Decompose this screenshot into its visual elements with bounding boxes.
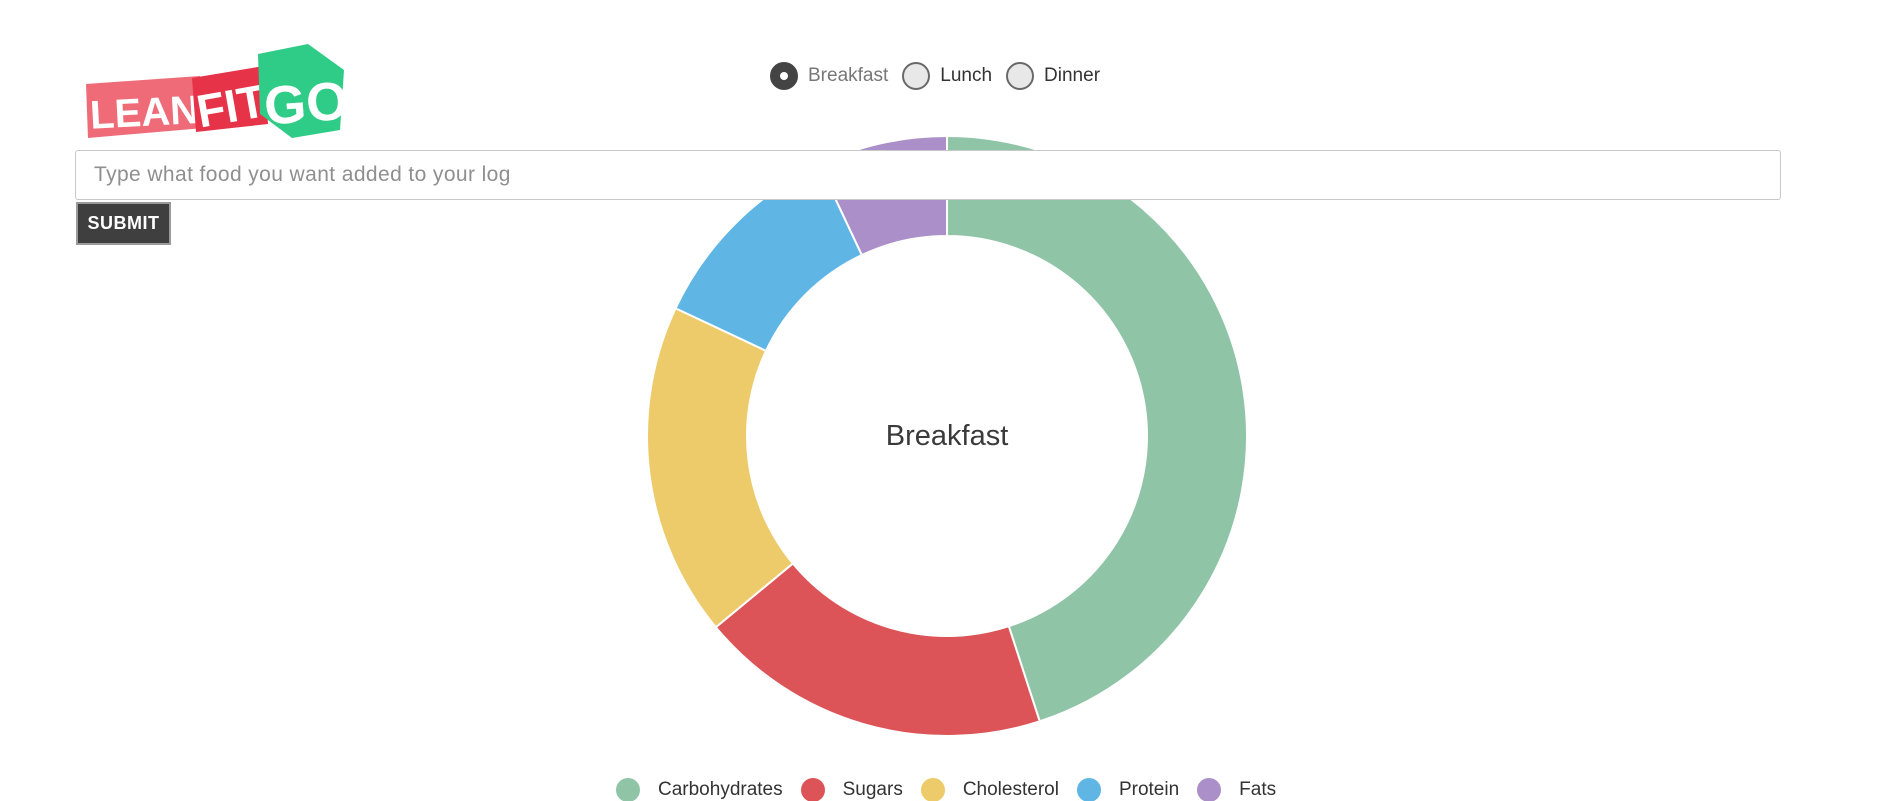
legend-swatch: [616, 778, 640, 801]
legend-label: Sugars: [842, 779, 903, 800]
chart-legend: Carbohydrates Sugars Cholesterol Protein Fat…: [616, 776, 1276, 801]
svg-text:GO: GO: [262, 71, 344, 137]
svg-text:LEAN: LEAN: [89, 88, 200, 138]
legend-item-protein[interactable]: Protein: [1076, 778, 1180, 801]
legend-label: Cholesterol: [962, 779, 1059, 800]
legend-label: Protein: [1118, 779, 1180, 800]
radio-breakfast-control[interactable]: [770, 62, 798, 90]
radio-lunch-control[interactable]: [902, 62, 931, 90]
legend-label: Carbohydrates: [658, 779, 783, 800]
legend-swatch: [1076, 778, 1101, 801]
slice-cholesterol[interactable]: [646, 306, 795, 629]
slice-sugars[interactable]: [714, 562, 1041, 737]
chart-center-title: Breakfast: [886, 420, 1009, 452]
radio-lunch[interactable]: Lunch: [902, 62, 992, 90]
radio-dinner[interactable]: Dinner: [1006, 62, 1100, 90]
legend-swatch: [920, 778, 945, 801]
legend-item-cholesterol[interactable]: Cholesterol: [920, 778, 1059, 801]
legend-label: Fats: [1239, 779, 1277, 800]
legend-swatch: [800, 778, 825, 801]
submit-button[interactable]: SUBMIT: [76, 202, 171, 245]
radio-breakfast[interactable]: Breakfast: [770, 62, 888, 90]
legend-item-carbohydrates[interactable]: Carbohydrates: [616, 778, 783, 801]
meal-radio-group: Breakfast Lunch Dinner: [770, 60, 1100, 92]
radio-dinner-control[interactable]: [1006, 62, 1035, 90]
radio-dinner-label: Dinner: [1044, 65, 1101, 86]
svg-text:FIT: FIT: [193, 74, 270, 137]
radio-breakfast-label: Breakfast: [808, 65, 889, 86]
leanfitgo-logo: LEAN FIT GO: [86, 44, 344, 138]
food-search-input[interactable]: [75, 150, 1781, 200]
legend-item-fats[interactable]: Fats: [1197, 778, 1276, 801]
radio-lunch-label: Lunch: [940, 65, 993, 86]
app-page: Breakfast LEAN FIT GO Breakfast Lunch Di…: [0, 0, 1894, 801]
legend-swatch: [1197, 778, 1222, 801]
legend-item-sugars[interactable]: Sugars: [800, 778, 903, 801]
